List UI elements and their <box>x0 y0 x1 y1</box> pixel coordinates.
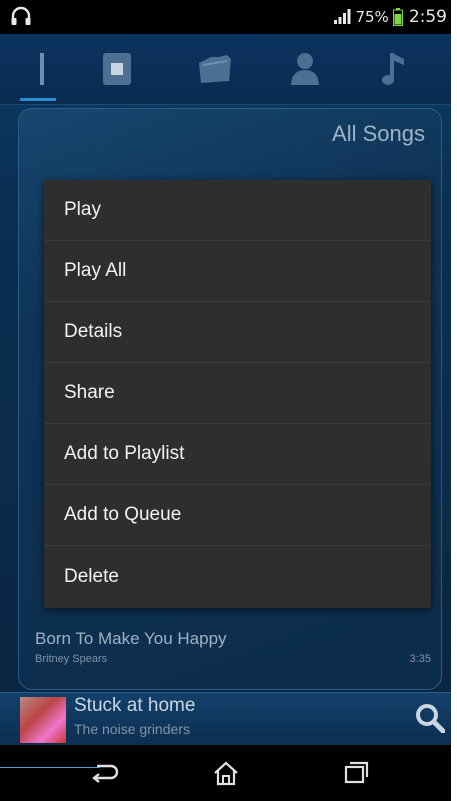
song-duration: 3:35 <box>409 653 431 665</box>
home-icon <box>214 761 238 786</box>
context-menu: Play Play All Details Share Add to Playl… <box>44 180 431 608</box>
phone-screen: 75% 2:59 All Songs Born To Make You Happ… <box>0 0 451 801</box>
tab-songs[interactable] <box>350 34 440 104</box>
tab-folders[interactable] <box>170 34 260 104</box>
recent-apps-button[interactable] <box>336 755 376 791</box>
album-icon <box>103 53 131 85</box>
navigation-bar <box>0 745 451 801</box>
song-title: Born To Make You Happy <box>35 629 227 648</box>
menu-item-add-to-queue[interactable]: Add to Queue <box>44 485 431 546</box>
tab-selection-indicator <box>20 98 56 101</box>
recent-apps-icon <box>344 761 369 784</box>
now-playing-artist: The noise grinders <box>74 721 190 737</box>
album-art[interactable] <box>20 697 66 743</box>
menu-item-details[interactable]: Details <box>44 302 431 363</box>
song-row[interactable]: Born To Make You Happy Britney Spears 3:… <box>19 621 441 683</box>
clock: 2:59 <box>408 7 447 27</box>
now-playing-bar[interactable]: Stuck at home The noise grinders <box>0 692 451 746</box>
battery-icon <box>392 8 403 26</box>
status-bar: 75% 2:59 <box>0 0 451 34</box>
back-icon <box>92 764 119 783</box>
tab-bar <box>0 34 451 105</box>
tab-albums[interactable] <box>72 34 162 104</box>
section-title: All Songs <box>332 121 425 146</box>
now-playing-icon <box>40 53 44 85</box>
folder-icon <box>199 55 231 83</box>
menu-item-play[interactable]: Play <box>44 180 431 241</box>
artist-icon <box>291 53 319 85</box>
signal-icon <box>334 9 351 24</box>
menu-item-add-to-playlist[interactable]: Add to Playlist <box>44 424 431 485</box>
tab-artists[interactable] <box>260 34 350 104</box>
home-button[interactable] <box>206 755 246 791</box>
menu-item-share[interactable]: Share <box>44 363 431 424</box>
back-button[interactable] <box>84 755 124 791</box>
battery-percent: 75% <box>355 8 389 26</box>
divider <box>0 767 100 768</box>
now-playing-title: Stuck at home <box>74 695 196 716</box>
menu-item-play-all[interactable]: Play All <box>44 241 431 302</box>
menu-item-delete[interactable]: Delete <box>44 546 431 607</box>
search-icon[interactable] <box>415 703 445 733</box>
song-artist: Britney Spears <box>35 653 108 665</box>
headphones-icon <box>11 6 31 25</box>
music-note-icon <box>382 53 404 85</box>
